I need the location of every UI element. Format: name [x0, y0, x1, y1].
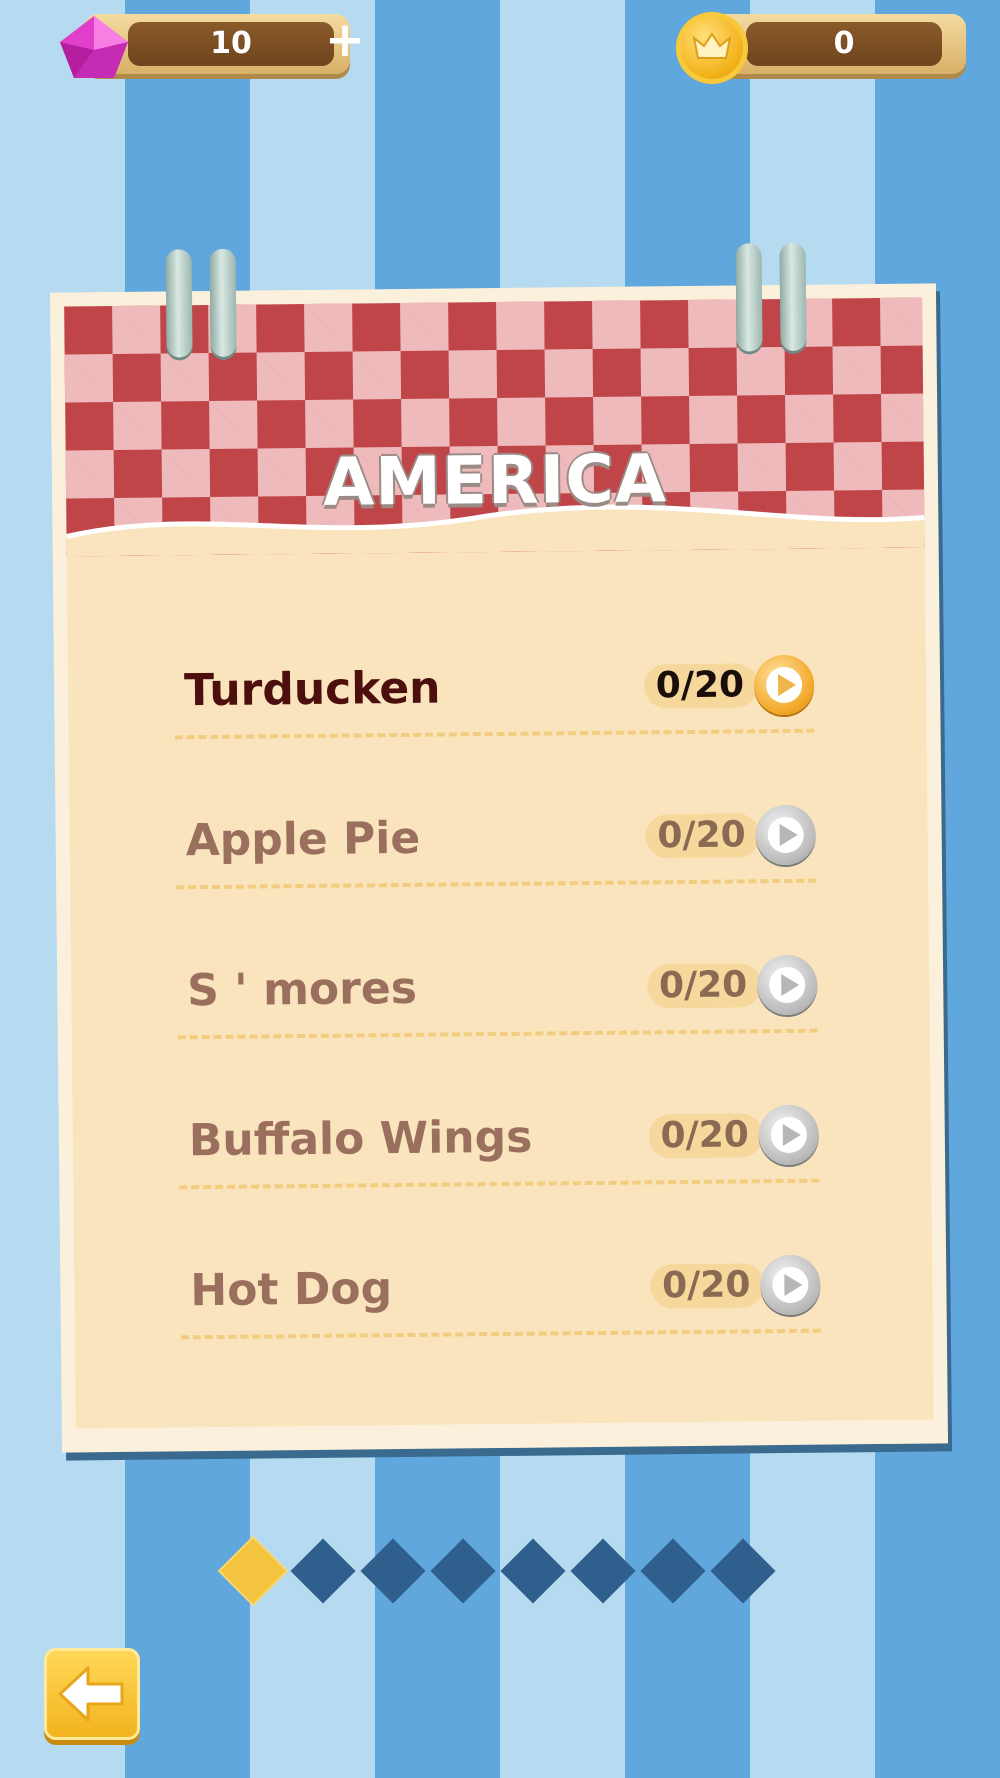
crown-coin-icon	[676, 12, 748, 84]
gem-count: 10	[128, 22, 334, 66]
dish-progress: 0/20	[648, 1113, 764, 1159]
page-indicator	[220, 1538, 790, 1608]
page-dot-6[interactable]	[570, 1538, 636, 1604]
play-icon	[781, 973, 800, 997]
dish-name: Turducken	[183, 662, 441, 717]
page-dot-3[interactable]	[360, 1538, 426, 1604]
binder-ring	[165, 249, 193, 358]
play-icon	[782, 1123, 801, 1147]
dish-row[interactable]: Turducken 0/20	[173, 648, 815, 740]
dish-name: Buffalo Wings	[188, 1111, 533, 1167]
dish-progress: 0/20	[646, 963, 762, 1009]
dish-name: Hot Dog	[190, 1263, 393, 1317]
page-dot-2[interactable]	[290, 1538, 356, 1604]
page-dot-1[interactable]	[220, 1538, 286, 1604]
page-dot-5[interactable]	[500, 1538, 566, 1604]
binder-ring	[779, 242, 807, 352]
dish-row[interactable]: Apple Pie 0/20	[175, 798, 817, 890]
coin-counter: 0	[676, 12, 966, 84]
add-gems-button[interactable]: +	[320, 16, 370, 64]
region-title: AMERICA	[322, 440, 668, 521]
play-icon	[777, 673, 797, 697]
page-dot-8[interactable]	[710, 1538, 776, 1604]
dish-name: Apple Pie	[185, 812, 421, 867]
dish-progress: 0/20	[649, 1263, 765, 1309]
play-icon	[784, 1273, 803, 1297]
play-button[interactable]	[760, 1254, 821, 1316]
back-button[interactable]	[44, 1648, 140, 1740]
play-button[interactable]	[753, 654, 815, 716]
play-button[interactable]	[756, 954, 818, 1016]
dish-row[interactable]: Buffalo Wings 0/20	[178, 1098, 820, 1190]
dish-row[interactable]: S ' mores 0/20	[176, 948, 818, 1040]
binder-ring	[735, 243, 763, 352]
dish-row[interactable]: Hot Dog 0/20	[180, 1248, 821, 1340]
page-dot-7[interactable]	[640, 1538, 706, 1604]
coin-count: 0	[746, 22, 942, 66]
page-dot-4[interactable]	[430, 1538, 496, 1604]
play-button[interactable]	[755, 804, 816, 866]
dish-progress: 0/20	[645, 813, 760, 859]
play-icon	[779, 823, 798, 847]
dish-name: S ' mores	[187, 962, 418, 1017]
play-button[interactable]	[758, 1104, 820, 1166]
recipe-notebook: AMERICA Turducken 0/20 Apple Pie 0/20 S …	[49, 242, 949, 1453]
gem-counter: 10 +	[54, 12, 365, 78]
gem-icon	[60, 16, 128, 78]
dish-progress: 0/20	[643, 663, 759, 709]
binder-ring	[209, 248, 237, 357]
arrow-left-icon	[58, 1666, 124, 1722]
